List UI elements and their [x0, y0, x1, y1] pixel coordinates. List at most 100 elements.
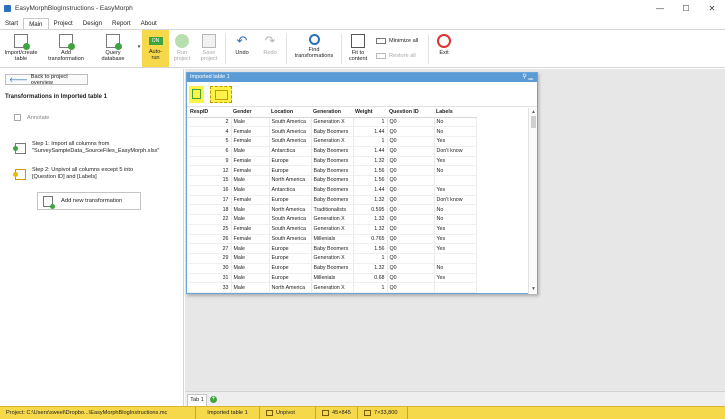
cell-generation[interactable]: Baby Boomers — [311, 195, 354, 206]
restore-all-button[interactable]: Restore all — [376, 51, 426, 61]
cell-labels[interactable]: Yes — [434, 185, 477, 196]
cell-respid[interactable]: 15 — [188, 175, 232, 186]
tab-project[interactable]: Project — [49, 18, 78, 29]
column-header-gender[interactable]: Gender — [231, 108, 269, 118]
cell-labels[interactable]: Yes — [434, 136, 477, 147]
table-window-controls[interactable]: ⚲ ▁ — [522, 73, 533, 82]
add-new-transformation-button[interactable]: Add new transformation — [37, 192, 141, 210]
cell-labels[interactable]: Yes — [434, 156, 477, 167]
cell-question-id[interactable]: Q0 — [387, 263, 435, 274]
cell-location[interactable]: Europe — [269, 263, 312, 274]
cell-generation[interactable]: Baby Boomers — [311, 156, 354, 167]
column-header-respid[interactable]: RespID — [188, 108, 231, 118]
cell-question-id[interactable]: Q0 — [387, 165, 435, 176]
cell-labels[interactable]: Yes — [434, 224, 477, 235]
cell-question-id[interactable]: Q0 — [387, 243, 435, 254]
cell-location[interactable]: South America — [269, 224, 312, 235]
cell-weight[interactable]: 1.56 — [353, 243, 388, 254]
cell-location[interactable]: Europe — [269, 243, 312, 254]
cell-weight[interactable]: 1 — [353, 253, 388, 264]
cell-gender[interactable]: Male — [231, 175, 270, 186]
cell-gender[interactable]: Female — [231, 126, 270, 137]
cell-weight[interactable]: 0.765 — [353, 234, 388, 245]
cell-weight[interactable]: 1.32 — [353, 156, 388, 167]
cell-gender[interactable]: Male — [231, 263, 270, 274]
cell-location[interactable]: South America — [269, 234, 312, 245]
cell-labels[interactable]: No — [434, 263, 477, 274]
column-header-weight[interactable]: Weight — [353, 108, 387, 118]
back-to-project-overview-button[interactable]: 🡐 Back to project overview — [5, 74, 88, 86]
cell-location[interactable]: South America — [269, 126, 312, 137]
cell-labels[interactable]: Yes — [434, 234, 477, 245]
cell-generation[interactable]: Baby Boomers — [311, 263, 354, 274]
table-row[interactable]: 22 Male South America Generation X 1.32 Q0 No — [188, 214, 477, 225]
cell-question-id[interactable]: Q0 — [387, 282, 435, 293]
cell-question-id[interactable]: Q0 — [387, 234, 435, 245]
cell-labels[interactable] — [434, 282, 477, 293]
cell-gender[interactable]: Male — [231, 253, 270, 264]
cell-labels[interactable] — [434, 253, 477, 264]
cell-weight[interactable]: 1.32 — [353, 263, 388, 274]
table-row[interactable]: 16 Male Antarctica Baby Boomers 1.44 Q0 Yes — [188, 185, 477, 196]
cell-labels[interactable] — [434, 175, 477, 186]
cell-weight[interactable]: 1.44 — [353, 185, 388, 196]
cell-generation[interactable]: Generation X — [311, 282, 354, 293]
query-database-button[interactable]: Query database — [90, 30, 136, 67]
cell-gender[interactable]: Female — [231, 165, 270, 176]
tab-main[interactable]: Main — [23, 18, 49, 29]
table-row[interactable]: 17 Female Europe Baby Boomers 1.32 Q0 Don't kn… — [188, 195, 477, 206]
cell-respid[interactable]: 25 — [188, 224, 232, 235]
find-transformations-button[interactable]: Find transformations — [289, 30, 339, 67]
cell-labels[interactable]: No — [434, 204, 477, 215]
table-row[interactable]: 4 Female South America Baby Boomers 1.44 Q0 No — [188, 126, 477, 137]
cell-location[interactable]: Europe — [269, 195, 312, 206]
exit-button[interactable]: Exit — [431, 30, 457, 67]
cell-question-id[interactable]: Q0 — [387, 195, 435, 206]
import-create-table-button[interactable]: Import/create table — [0, 30, 42, 67]
table-window[interactable]: Imported table 1 ⚲ ▁ RespID Gender Locat… — [186, 72, 538, 294]
cell-question-id[interactable]: Q0 — [387, 214, 435, 225]
cell-respid[interactable]: 29 — [188, 253, 232, 264]
cell-gender[interactable]: Male — [231, 117, 270, 128]
cell-labels[interactable]: No — [434, 214, 477, 225]
sheet-tab-1[interactable]: Tab 1 — [187, 394, 207, 406]
cell-gender[interactable]: Male — [231, 214, 270, 225]
cell-gender[interactable]: Male — [231, 204, 270, 215]
add-transformation-button[interactable]: Add transformation — [42, 30, 90, 67]
cell-location[interactable]: Europe — [269, 165, 312, 176]
cell-generation[interactable]: Millenials — [311, 273, 354, 284]
table-row[interactable]: 9 Female Europe Baby Boomers 1.32 Q0 Yes — [188, 156, 477, 167]
cell-question-id[interactable]: Q0 — [387, 126, 435, 137]
table-row[interactable]: 29 Male Europe Generation X 1 Q0 — [188, 253, 477, 264]
table-row[interactable]: 26 Female South America Millenials 0.765 Q0 Ye… — [188, 234, 477, 245]
cell-generation[interactable]: Baby Boomers — [311, 165, 354, 176]
minimize-all-button[interactable]: Minimize all — [376, 36, 426, 46]
cell-weight[interactable]: 1.56 — [353, 165, 388, 176]
run-project-button[interactable]: Run project — [169, 30, 195, 67]
cell-respid[interactable]: 9 — [188, 156, 232, 167]
add-tab-icon[interactable]: + — [210, 396, 217, 403]
cell-question-id[interactable]: Q0 — [387, 146, 435, 157]
cell-generation[interactable]: Generation X — [311, 136, 354, 147]
cell-generation[interactable]: Baby Boomers — [311, 185, 354, 196]
step-unpivot[interactable]: Step 2: Unpivot all columns except 5 int… — [13, 167, 133, 181]
cell-respid[interactable]: 22 — [188, 214, 232, 225]
cell-location[interactable]: South America — [269, 117, 312, 128]
cell-location[interactable]: South America — [269, 214, 312, 225]
cell-question-id[interactable]: Q0 — [387, 156, 435, 167]
cell-respid[interactable]: 4 — [188, 126, 232, 137]
cell-gender[interactable]: Female — [231, 136, 270, 147]
cell-respid[interactable]: 26 — [188, 234, 232, 245]
cell-respid[interactable]: 6 — [188, 146, 232, 157]
cell-question-id[interactable]: Q0 — [387, 117, 435, 128]
cell-gender[interactable]: Male — [231, 273, 270, 284]
cell-labels[interactable]: No — [434, 165, 477, 176]
cell-respid[interactable]: 18 — [188, 204, 232, 215]
cell-gender[interactable]: Male — [231, 146, 270, 157]
annotate-button[interactable]: Annotate — [14, 114, 49, 121]
cell-question-id[interactable]: Q0 — [387, 224, 435, 235]
table-row[interactable]: 2 Male South America Generation X 1 Q0 No — [188, 117, 477, 128]
close-window-button[interactable]: ✕ — [699, 0, 725, 16]
cell-respid[interactable]: 12 — [188, 165, 232, 176]
cell-weight[interactable]: 0.68 — [353, 273, 388, 284]
